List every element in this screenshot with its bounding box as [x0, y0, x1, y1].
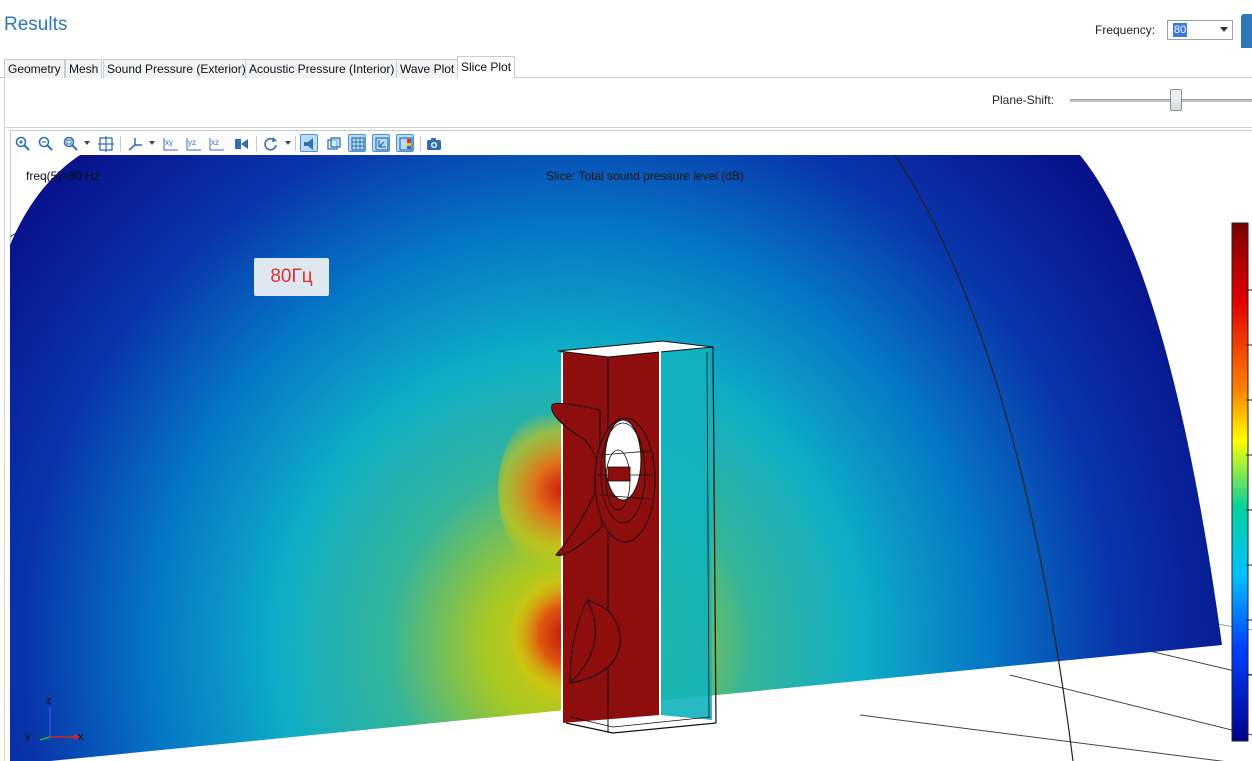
yz-view-icon: yz — [186, 138, 201, 151]
screenshot-button[interactable] — [424, 134, 442, 152]
yz-view-button[interactable]: yz — [184, 134, 202, 152]
panel-edge-bar — [1241, 14, 1252, 48]
frequency-value: 80 — [1173, 23, 1188, 37]
chevron-down-icon[interactable] — [84, 141, 90, 145]
plane-shift-slider-thumb[interactable] — [1170, 89, 1183, 111]
grid-button[interactable] — [348, 134, 366, 152]
divider — [4, 127, 1252, 128]
svg-text:xy: xy — [165, 138, 173, 147]
speaker-cabinet — [551, 340, 717, 734]
frequency-readout: freq(5)=80 Hz — [26, 169, 100, 183]
camera-icon — [427, 138, 441, 150]
toolbar-separator — [295, 136, 296, 151]
zoom-box-icon — [63, 136, 78, 151]
slice-plot-canvas: z y x — [10, 155, 1252, 761]
color-legend-icon — [399, 137, 413, 151]
zoom-box-button[interactable] — [60, 134, 78, 152]
frequency-badge: 80Гц — [254, 258, 329, 296]
transparency-icon — [327, 137, 341, 150]
scene-light-button[interactable] — [300, 134, 318, 152]
xy-view-button[interactable]: xy — [161, 134, 179, 152]
zoom-in-button[interactable] — [13, 134, 31, 152]
xz-view-button[interactable]: xz — [207, 134, 225, 152]
zoom-out-icon — [38, 136, 53, 151]
frequency-label: Frequency: — [1095, 23, 1156, 37]
zoom-in-icon — [15, 136, 30, 151]
toolbar-separator — [256, 136, 257, 151]
page-title: Results — [4, 14, 68, 35]
tab-mesh[interactable]: Mesh — [65, 59, 103, 78]
plane-shift-label: Plane-Shift: — [992, 93, 1055, 107]
color-legend-bar — [1231, 222, 1249, 742]
zoom-extents-icon — [98, 136, 114, 152]
view-direction-button[interactable] — [232, 134, 250, 152]
svg-text:xz: xz — [211, 138, 219, 147]
view-direction-icon — [235, 139, 248, 149]
results-header: Results Frequency: 80 — [0, 0, 1252, 56]
axis-view-button[interactable] — [125, 134, 143, 152]
tab-geometry[interactable]: Geometry — [4, 59, 65, 78]
tab-wave-plot[interactable]: Wave Plot — [396, 59, 459, 78]
axis-label-x: x — [78, 731, 84, 743]
toolbar-separator — [120, 136, 121, 151]
axis-label-y: y — [25, 731, 31, 743]
axis-orientation-icon — [375, 137, 389, 151]
chevron-down-icon — [1220, 27, 1229, 32]
zoom-extents-button[interactable] — [96, 134, 114, 152]
toolbar-separator — [420, 136, 421, 151]
xy-view-icon: xy — [163, 138, 178, 151]
axis-label-z: z — [46, 695, 52, 707]
axis-orientation-button[interactable] — [372, 134, 390, 152]
tab-slice-plot[interactable]: Slice Plot — [457, 56, 516, 79]
tab-acoustic-pressure-interior[interactable]: Acoustic Pressure (Interior) — [245, 59, 399, 78]
scene-light-icon — [304, 138, 313, 150]
frequency-control: Frequency: 80 — [1095, 20, 1234, 40]
tab-sound-pressure-exterior[interactable]: Sound Pressure (Exterior) — [103, 59, 250, 78]
svg-text:yz: yz — [188, 138, 196, 147]
plane-shift-slider[interactable] — [1070, 99, 1252, 102]
rotate-icon — [264, 137, 277, 151]
color-legend-button[interactable] — [396, 134, 414, 152]
plot-title: Slice: Total sound pressure level (dB) — [546, 169, 744, 183]
chevron-down-icon[interactable] — [285, 141, 291, 145]
rotate-button[interactable] — [261, 134, 279, 152]
graphics-toolbar: xy yz xz — [11, 131, 1252, 155]
axis-view-icon — [128, 138, 142, 151]
transparency-button[interactable] — [324, 134, 342, 152]
frequency-select[interactable]: 80 — [1167, 20, 1234, 40]
xz-view-icon: xz — [209, 138, 224, 151]
zoom-out-button[interactable] — [36, 134, 54, 152]
tab-bar: Geometry Mesh Sound Pressure (Exterior) … — [0, 56, 1252, 79]
slice-plot-viewport[interactable]: z y x — [10, 155, 1252, 761]
grid-icon — [351, 137, 365, 151]
chevron-down-icon[interactable] — [149, 141, 155, 145]
